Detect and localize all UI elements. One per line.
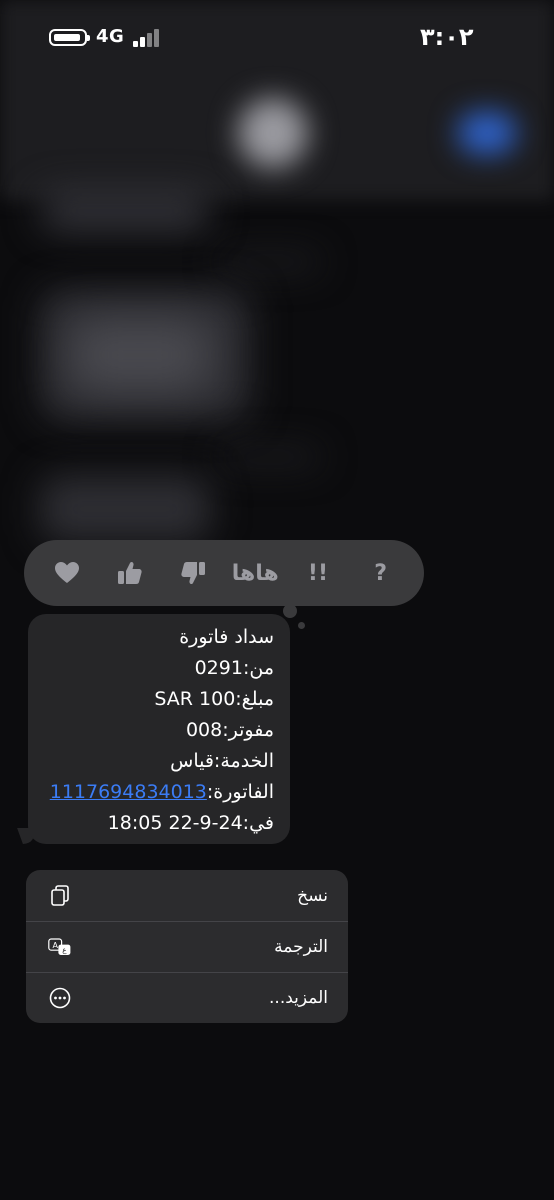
message-line: مبلغ:100 SAR xyxy=(154,688,274,710)
network-type: 4G xyxy=(96,26,125,47)
blurred-timestamp xyxy=(220,255,320,269)
haha-reaction-button[interactable]: هاها xyxy=(232,553,279,593)
thumbs-down-reaction-button[interactable] xyxy=(173,553,213,593)
blurred-timestamp xyxy=(220,450,320,464)
blurred-message-content xyxy=(70,320,210,390)
message-line: من:0291 xyxy=(194,657,274,679)
emphasis-label: !! xyxy=(307,560,328,586)
svg-text:ع: ع xyxy=(62,946,67,955)
status-bar: 4G ٣:٠٢ xyxy=(0,0,554,70)
invoice-line: الفاتورة:1117694834013 xyxy=(42,777,274,808)
thumbs-up-icon xyxy=(117,561,142,584)
invoice-number-link[interactable]: 1117694834013 xyxy=(50,781,207,803)
translate-label: الترجمة xyxy=(274,937,328,957)
blurred-button xyxy=(458,112,516,154)
thumbs-up-reaction-button[interactable] xyxy=(110,553,150,593)
copy-menu-item[interactable]: نسخ xyxy=(26,870,348,921)
thumbs-down-icon xyxy=(181,562,205,585)
copy-label: نسخ xyxy=(297,885,328,906)
translate-menu-item[interactable]: A ع الترجمة xyxy=(26,921,348,972)
signal-icon xyxy=(133,29,161,47)
message-line: سداد فاتورة xyxy=(179,626,274,648)
tapback-tail xyxy=(283,604,297,618)
question-reaction-button[interactable]: ? xyxy=(361,553,401,593)
copy-icon xyxy=(48,884,72,908)
emphasis-reaction-button[interactable]: !! xyxy=(298,553,338,593)
tapback-bar: هاها !! ? xyxy=(24,540,424,606)
more-icon xyxy=(48,986,72,1010)
question-label: ? xyxy=(374,560,387,586)
message-line: الخدمة:قياس xyxy=(170,750,274,772)
heart-icon xyxy=(55,562,80,583)
more-menu-item[interactable]: المزيد... xyxy=(26,972,348,1023)
status-time: ٣:٠٢ xyxy=(420,23,474,51)
more-label: المزيد... xyxy=(269,988,328,1008)
invoice-label: الفاتورة: xyxy=(206,781,274,803)
heart-reaction-button[interactable] xyxy=(47,553,87,593)
date-line: في:24-9-22 18:05 xyxy=(107,812,274,834)
blurred-avatar xyxy=(238,98,308,168)
message-bubble[interactable]: سداد فاتورة من:0291 مبلغ:100 SAR مفوتر:0… xyxy=(28,614,290,844)
message-line: مفوتر:008 xyxy=(185,719,274,741)
tapback-tail-small xyxy=(298,622,305,629)
translate-icon: A ع xyxy=(48,935,72,959)
haha-label: هاها xyxy=(231,560,279,586)
blurred-message xyxy=(40,192,210,230)
svg-text:A: A xyxy=(52,941,58,950)
context-menu: نسخ A ع الترجمة المزيد... xyxy=(26,870,348,1023)
blurred-message xyxy=(40,476,210,542)
battery-icon xyxy=(49,29,90,46)
